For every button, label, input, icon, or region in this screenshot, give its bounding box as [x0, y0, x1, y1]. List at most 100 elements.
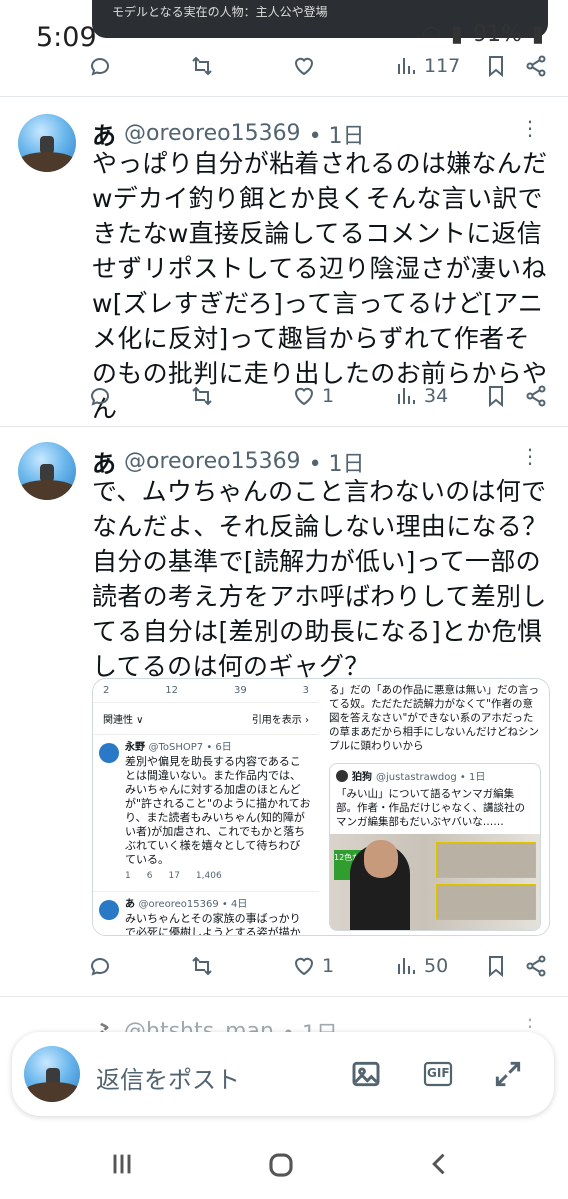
battery-percent: 91%	[472, 22, 522, 47]
bookmark-button[interactable]	[484, 954, 508, 978]
like-count: 1	[322, 385, 335, 407]
like-button[interactable]	[292, 54, 316, 78]
avatar[interactable]	[18, 442, 76, 500]
mini-tabs: 関連性 ∨ 引用を表示 ›	[93, 703, 319, 735]
reply-icon	[90, 388, 109, 406]
tweet-actions: 1 50	[88, 946, 548, 986]
share-icon	[526, 955, 546, 977]
video-thumbnail	[436, 884, 536, 920]
repost-button[interactable]	[190, 384, 214, 408]
quoted-meta: @justastrawdog • 1日	[376, 772, 486, 783]
bookmark-icon	[489, 56, 503, 78]
quoted-image: 12色が	[330, 834, 540, 930]
recent-apps-button[interactable]	[108, 1150, 136, 1185]
mini-tweet: 永野 @ToSHOP7 • 6日 差別や偏見を助長する内容であることは間違いない…	[93, 735, 319, 891]
tweet-time[interactable]: • 1日	[309, 118, 365, 150]
signal-icon: ▮	[450, 22, 463, 47]
my-avatar[interactable]	[24, 1046, 80, 1102]
share-icon	[526, 385, 546, 407]
repost-button[interactable]	[190, 954, 214, 978]
tweet-media[interactable]: 2 12 39 3 関連性 ∨ 引用を表示 › 永野 @ToSHOP7 • 6日…	[92, 678, 550, 936]
gif-label: GIF	[427, 1066, 450, 1080]
repost-button[interactable]	[190, 54, 214, 78]
previous-media-text: モデルとなる実在の人物：主人公や登場	[92, 0, 548, 24]
home-icon	[269, 1153, 293, 1177]
back-button[interactable]	[426, 1150, 454, 1185]
like-button[interactable]: 1	[292, 954, 334, 978]
previous-media-line1: モデルとなる実在の人物：主人公や登場	[112, 5, 328, 19]
mini-stats: 1 6 17 1,406	[125, 871, 222, 881]
bookmark-icon	[489, 956, 503, 978]
share-button[interactable]	[524, 954, 548, 978]
mini-author: 永野 @ToSHOP7 • 6日	[125, 742, 232, 753]
quoted-text: 「みい山」について語るヤンマガ編集部。作者・作品だけじゃなく、講談社のマンガ編集…	[336, 788, 525, 828]
tweet-actions: 1 34	[88, 376, 548, 416]
back-icon	[432, 1153, 445, 1175]
mini-actions: 2 12 39 3	[93, 679, 319, 703]
like-icon	[294, 57, 314, 76]
reply-composer: 返信をポスト GIF	[12, 1032, 554, 1116]
reply-button[interactable]	[88, 54, 112, 78]
mini-avatar	[99, 900, 119, 920]
quoted-avatar	[336, 769, 348, 782]
quoted-tweet: 狛狗 @justastrawdog • 1日 「みい山」について語るヤンマガ編集…	[329, 763, 541, 931]
media-image-right[interactable]: る」だの「あの作品に悪意は無い」だの言ってる奴。ただただ読解力がなくて"作者の意…	[321, 679, 549, 935]
more-icon[interactable]: ⋮	[520, 444, 540, 468]
share-icon	[526, 55, 546, 77]
reply-button[interactable]	[88, 954, 112, 978]
like-icon	[294, 957, 314, 976]
repost-icon	[192, 56, 212, 76]
views-count: 50	[424, 955, 449, 977]
battery-icon: ▮	[531, 22, 544, 47]
tweet-text: で、ムウちゃんのこと言わないのは何でなんだよ、それ反論しない理由になる？自分の基…	[92, 477, 548, 681]
media-right-text: る」だの「あの作品に悪意は無い」だの言ってる奴。ただただ読解力がなくて"作者の意…	[329, 684, 539, 752]
reply-button[interactable]	[88, 384, 112, 408]
image-icon	[352, 1061, 380, 1087]
mini-repost-count: 12	[165, 685, 179, 696]
tweet-time[interactable]: • 1日	[309, 446, 365, 478]
avatar[interactable]	[18, 114, 76, 172]
like-button[interactable]: 1	[292, 384, 334, 408]
share-button[interactable]	[524, 384, 548, 408]
author-handle[interactable]: @oreoreo15369	[124, 121, 301, 146]
mini-text: みいちゃんとその家族の事ばっかりで必死に優樹しようとする姿が描かれてるムウちゃん…	[125, 912, 301, 935]
views-count: 34	[424, 385, 449, 407]
mini-bookmark-count: 3	[302, 685, 309, 696]
reply-icon	[90, 58, 109, 76]
views-icon	[398, 958, 415, 974]
quoted-header: 狛狗 @justastrawdog • 1日	[330, 764, 540, 787]
author-handle[interactable]: @oreoreo15369	[124, 449, 301, 474]
reply-input[interactable]: 返信をポスト	[96, 1060, 240, 1095]
share-button[interactable]	[524, 54, 548, 78]
bookmark-button[interactable]	[484, 54, 508, 78]
bookmark-icon	[489, 386, 503, 408]
like-icon	[294, 387, 314, 406]
mini-reply-count: 2	[103, 685, 110, 696]
gif-button[interactable]: GIF	[422, 1058, 454, 1090]
previous-tweet-actions: 117	[88, 46, 548, 86]
media-image-left[interactable]: 2 12 39 3 関連性 ∨ 引用を表示 › 永野 @ToSHOP7 • 6日…	[93, 679, 321, 935]
more-icon[interactable]: ⋮	[520, 116, 540, 140]
person-face	[364, 840, 398, 878]
mini-tab-relevance: 関連性 ∨	[103, 715, 144, 726]
views-button[interactable]: 117	[394, 54, 460, 78]
repost-icon	[192, 956, 212, 976]
status-icons: ◠ ▮ 91% ▮	[422, 22, 544, 47]
recent-apps-icon	[113, 1154, 131, 1174]
divider	[0, 996, 568, 997]
bookmark-button[interactable]	[484, 384, 508, 408]
mini-text: 差別や偏見を助長する内容であることは間違いない。また作品内では、みいちゃんに対す…	[125, 755, 311, 866]
mini-like-count: 39	[233, 685, 247, 696]
like-count: 1	[322, 955, 335, 977]
mini-avatar	[99, 743, 119, 763]
mini-author: あ @oreoreo15369 • 4日	[125, 899, 248, 910]
views-icon	[398, 58, 415, 74]
views-button[interactable]: 50	[394, 954, 448, 978]
image-button[interactable]	[350, 1058, 382, 1090]
home-button[interactable]	[266, 1150, 296, 1187]
video-thumbnail	[436, 842, 536, 878]
views-button[interactable]: 34	[394, 384, 448, 408]
reply-icon	[90, 958, 109, 976]
system-nav-bar	[0, 1128, 568, 1199]
expand-button[interactable]	[492, 1058, 524, 1090]
